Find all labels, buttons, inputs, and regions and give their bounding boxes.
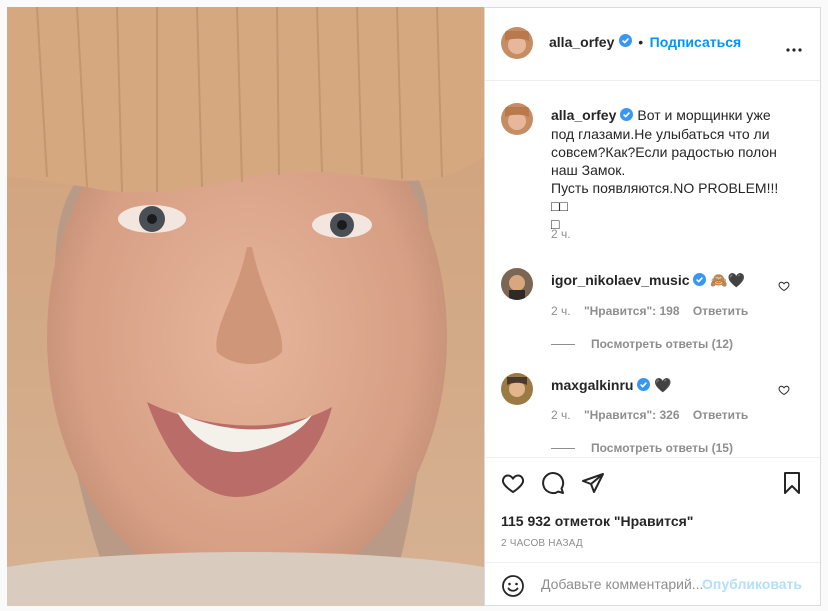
avatar-image	[501, 103, 533, 135]
comment-text-row: igor_nikolaev_music 🙈🖤	[551, 272, 745, 289]
verified-badge-icon	[620, 107, 634, 125]
post-header: alla_orfey • Подписаться	[485, 8, 820, 81]
caption-body: Вот и морщинки уже под глазами.Не улыбат…	[551, 107, 779, 233]
post-side-panel: alla_orfey • Подписаться alla_orfey Вот …	[484, 7, 821, 606]
caption-time: 2 ч.	[551, 227, 571, 241]
follow-button[interactable]: Подписаться	[650, 34, 742, 50]
emoji-smile-icon[interactable]	[501, 574, 525, 603]
add-comment-bar: Добавьте комментарий... Опубликовать	[485, 562, 820, 609]
replies-divider	[551, 448, 575, 450]
like-heart-icon[interactable]	[501, 471, 525, 500]
comment-meta: 2 ч. "Нравится": 198 Ответить	[551, 304, 748, 318]
publish-button[interactable]: Опубликовать	[702, 576, 802, 592]
commenter-avatar[interactable]	[501, 268, 533, 300]
author-username[interactable]: alla_orfey	[549, 34, 614, 50]
avatar-image	[501, 27, 533, 59]
comment-input[interactable]: Добавьте комментарий...	[541, 576, 703, 592]
comments-list[interactable]: alla_orfey Вот и морщинки уже под глазами…	[485, 81, 820, 457]
comment-likes[interactable]: "Нравится": 326	[584, 408, 680, 422]
comment-text-row: maxgalkinru 🖤	[551, 377, 672, 394]
caption-avatar[interactable]	[501, 103, 533, 135]
save-bookmark-icon[interactable]	[780, 471, 804, 500]
post-timestamp[interactable]: 2 ЧАСОВ НАЗАД	[501, 538, 583, 549]
caption-text: alla_orfey Вот и морщинки уже под глазами…	[551, 106, 781, 233]
reply-button[interactable]: Ответить	[693, 408, 748, 422]
likes-count[interactable]: 115 932 отметок "Нравится"	[501, 513, 693, 529]
comment-text: 🖤	[654, 377, 672, 393]
header-separator: •	[638, 34, 644, 51]
comment-text: 🙈🖤	[710, 272, 746, 288]
comment-bubble-icon[interactable]	[541, 471, 565, 500]
comment-like-icon[interactable]	[778, 383, 790, 401]
caption-username[interactable]: alla_orfey	[551, 107, 616, 123]
commenter-username[interactable]: igor_nikolaev_music	[551, 272, 690, 288]
avatar-image	[501, 373, 533, 405]
avatar-image	[501, 268, 533, 300]
verified-badge-icon	[637, 378, 651, 394]
share-send-icon[interactable]	[581, 471, 605, 500]
post-actions: 115 932 отметок "Нравится" 2 ЧАСОВ НАЗАД…	[485, 457, 820, 608]
comment-time[interactable]: 2 ч.	[551, 304, 571, 318]
post-photo[interactable]	[7, 7, 484, 606]
selfie-image	[7, 7, 484, 606]
commenter-username[interactable]: maxgalkinru	[551, 377, 633, 393]
instagram-post-modal: alla_orfey • Подписаться alla_orfey Вот …	[0, 0, 828, 611]
replies-divider	[551, 344, 575, 346]
view-replies-button[interactable]: Посмотреть ответы (15)	[551, 441, 733, 455]
comment-likes[interactable]: "Нравится": 198	[584, 304, 680, 318]
more-dots-icon[interactable]	[786, 39, 802, 57]
author-avatar[interactable]	[501, 27, 533, 59]
verified-badge-icon	[618, 34, 632, 52]
view-replies-label: Посмотреть ответы (12)	[591, 337, 733, 351]
commenter-avatar[interactable]	[501, 373, 533, 405]
header-user-row: alla_orfey • Подписаться	[549, 34, 741, 52]
comment-time[interactable]: 2 ч.	[551, 408, 571, 422]
verified-badge-icon	[693, 273, 707, 289]
comment-meta: 2 ч. "Нравится": 326 Ответить	[551, 408, 748, 422]
comment-like-icon[interactable]	[778, 279, 790, 297]
view-replies-button[interactable]: Посмотреть ответы (12)	[551, 337, 733, 351]
reply-button[interactable]: Ответить	[693, 304, 748, 318]
view-replies-label: Посмотреть ответы (15)	[591, 441, 733, 455]
